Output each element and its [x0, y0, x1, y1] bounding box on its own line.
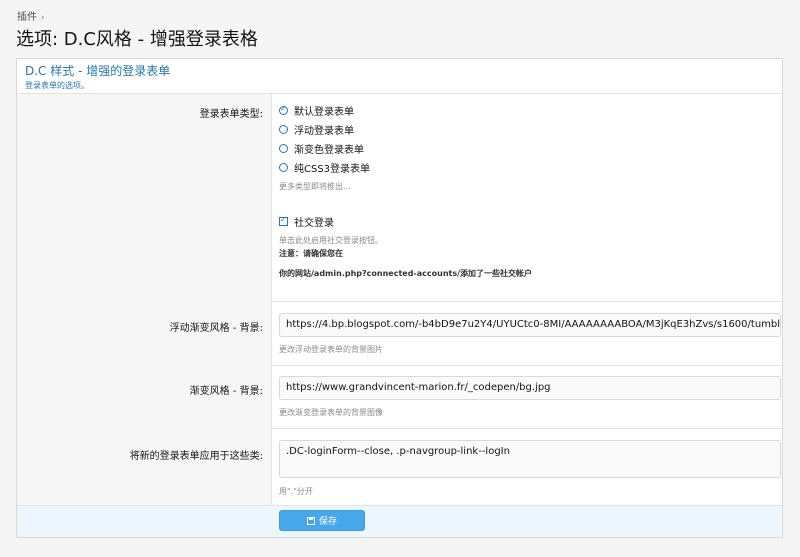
panel-title: D.C 样式 - 增强的登录表单 [25, 64, 171, 78]
float-bg-hint: 更改浮动登录表单的背景图片 [279, 345, 383, 354]
save-button[interactable]: 保存 [279, 510, 365, 531]
radio-default-login[interactable]: 默认登录表单 [279, 103, 354, 118]
float-bg-label: 浮动渐变风格 - 背景: [169, 323, 263, 334]
radio-icon[interactable] [279, 163, 288, 172]
social-login-note: 注意：请确保您在 [279, 248, 343, 259]
social-login-hint: 单击此处启用社交登录按钮。 [279, 236, 383, 245]
classes-hint: 用","分开 [279, 487, 313, 496]
float-bg-input[interactable]: https://4.bp.blogspot.com/-b4bD9e7u2Y4/U… [279, 313, 781, 337]
form-body: 登录表单类型: 默认登录表单 浮动登录表单 渐变色登录表单 纯CSS3登录表单 … [17, 94, 782, 506]
radio-icon[interactable] [279, 144, 288, 153]
gradient-bg-hint: 更改渐变登录表单的背景图像 [279, 408, 383, 417]
classes-label: 将新的登录表单应用于这些类: [129, 451, 263, 462]
save-label: 保存 [318, 517, 337, 527]
radio-label: 渐变色登录表单 [294, 145, 364, 156]
radio-gradient-login[interactable]: 渐变色登录表单 [279, 141, 364, 156]
options-panel: D.C 样式 - 增强的登录表单 登录表单的选项。 登录表单类型: 默认登录表单… [16, 58, 783, 538]
radio-css3-login[interactable]: 纯CSS3登录表单 [279, 160, 370, 175]
login-type-label: 登录表单类型: [199, 109, 263, 120]
row-divider [272, 428, 782, 429]
radio-label: 默认登录表单 [294, 107, 354, 118]
page-title: 选项: D.C风格 - 增强登录表格 [16, 29, 258, 50]
panel-description: 登录表单的选项。 [25, 81, 89, 90]
breadcrumb[interactable]: 插件 › [17, 8, 45, 23]
chevron-right-icon: › [41, 13, 45, 23]
radio-float-login[interactable]: 浮动登录表单 [279, 122, 354, 137]
row-divider [272, 301, 782, 302]
panel-header: D.C 样式 - 增强的登录表单 登录表单的选项。 [17, 59, 782, 94]
row-divider [272, 365, 782, 366]
gradient-bg-input[interactable]: https://www.grandvincent-marion.fr/_code… [279, 376, 781, 400]
radio-icon[interactable] [279, 125, 288, 134]
form-footer: 保存 [17, 505, 782, 537]
social-login-note-path: 你的网站/admin.php?connected-accounts/添加了一些社… [279, 268, 532, 279]
save-icon [306, 516, 315, 525]
login-type-hint: 更多类型即将推出... [279, 182, 351, 191]
radio-label: 纯CSS3登录表单 [294, 164, 371, 175]
checkbox-icon[interactable] [279, 215, 288, 226]
radio-icon[interactable] [279, 104, 288, 115]
classes-textarea[interactable]: .DC-loginForm--close, .p-navgroup-link--… [279, 440, 781, 478]
note-label: 注意：请确保您在 [279, 249, 343, 258]
label-column [17, 94, 272, 506]
gradient-bg-label: 渐变风格 - 背景: [189, 386, 263, 397]
note-path: 你的网站/admin.php?connected-accounts/添加了一些社… [279, 269, 533, 278]
checkbox-label: 社交登录 [294, 218, 334, 229]
social-login-checkbox[interactable]: 社交登录 [279, 214, 334, 229]
radio-label: 浮动登录表单 [294, 126, 354, 137]
breadcrumb-item[interactable]: 插件 [17, 12, 37, 23]
